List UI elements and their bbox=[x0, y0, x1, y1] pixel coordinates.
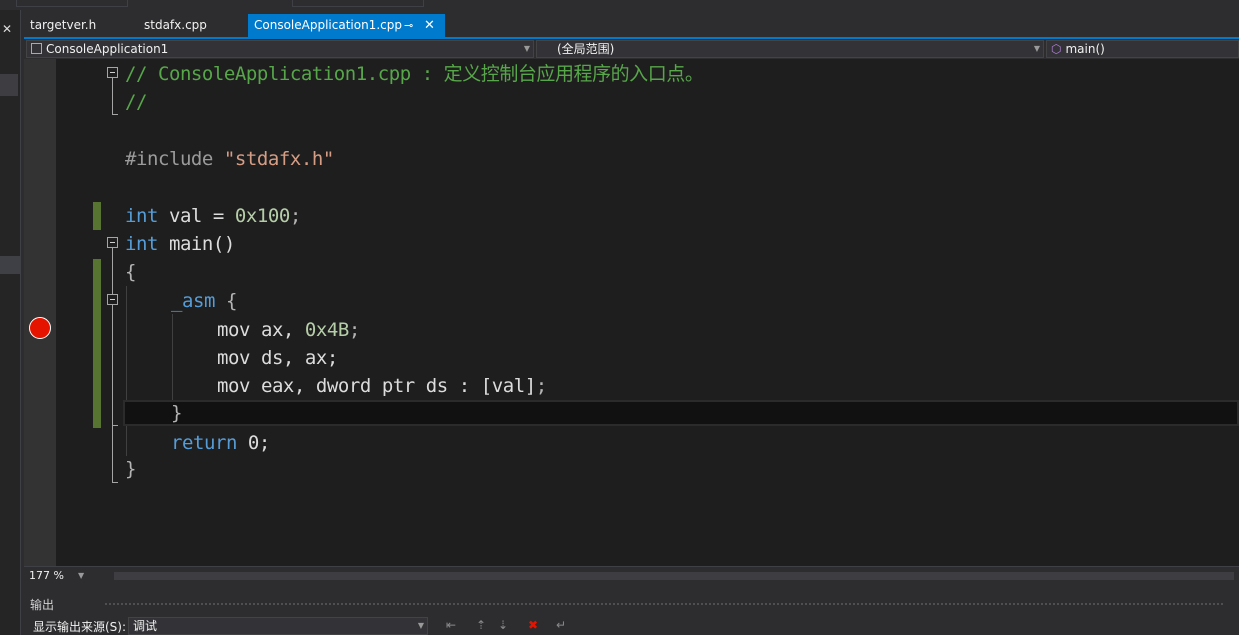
next-message-icon[interactable]: ⇣ bbox=[496, 618, 510, 632]
source-value: 调试 bbox=[133, 619, 158, 633]
code-text: main() bbox=[157, 233, 235, 255]
horizontal-scrollbar[interactable] bbox=[114, 572, 1234, 580]
tab-stdafx-cpp[interactable]: stdafx.cpp bbox=[138, 14, 250, 37]
collapse-icon[interactable] bbox=[107, 67, 118, 78]
preprocessor-directive: #include bbox=[125, 148, 213, 170]
number-literal: 0x100 bbox=[234, 205, 290, 227]
outline-end bbox=[112, 114, 118, 115]
code-line-14[interactable]: return 0; bbox=[171, 429, 270, 457]
indent-guide bbox=[172, 314, 173, 400]
chevron-down-icon: ▼ bbox=[1033, 44, 1040, 53]
code-line-9[interactable]: _asm { bbox=[171, 287, 237, 315]
punctuation: ; bbox=[289, 205, 301, 227]
number-literal: 0x4B bbox=[304, 319, 349, 341]
change-indicator bbox=[93, 202, 101, 230]
code-line-1[interactable]: // ConsoleApplication1.cpp : 定义控制台应用程序的入… bbox=[125, 60, 704, 88]
output-panel: 输出 显示输出来源(S): 调试 ▼ ⇤ ⇡ ⇣ ✖ ↵ bbox=[24, 590, 1239, 635]
code-text: val = bbox=[157, 205, 235, 227]
project-icon bbox=[31, 43, 42, 54]
output-panel-title: 输出 bbox=[30, 598, 55, 612]
keyword: return bbox=[171, 432, 237, 454]
chevron-down-icon: ▼ bbox=[523, 44, 530, 53]
selected-item[interactable] bbox=[0, 256, 20, 274]
code-line-2[interactable]: // bbox=[125, 88, 147, 116]
close-icon[interactable]: ✕ bbox=[2, 22, 12, 36]
indent-guide bbox=[126, 286, 127, 456]
tab-label: stdafx.cpp bbox=[144, 18, 207, 32]
outline-line bbox=[112, 248, 113, 482]
punctuation: ; bbox=[535, 375, 547, 397]
breakpoint-icon[interactable] bbox=[29, 317, 51, 339]
keyword: int bbox=[125, 233, 158, 255]
tab-targetver-h[interactable]: targetver.h bbox=[24, 14, 136, 37]
change-indicator bbox=[93, 259, 101, 428]
chevron-down-icon: ▼ bbox=[417, 621, 424, 630]
outline-end bbox=[112, 482, 118, 483]
code-text: 0; bbox=[236, 432, 270, 454]
current-line-highlight bbox=[123, 400, 1239, 426]
document-tab-bar: targetver.h stdafx.cpp ConsoleApplicatio… bbox=[24, 14, 1239, 37]
code-line-11[interactable]: mov ds, ax; bbox=[217, 344, 338, 372]
punctuation: { bbox=[214, 290, 237, 312]
collapse-icon[interactable] bbox=[107, 237, 118, 248]
editor-status-bar: 177 % ▼ bbox=[24, 566, 1239, 585]
project-label: ConsoleApplication1 bbox=[46, 42, 169, 56]
code-line-4[interactable]: #include "stdafx.h" bbox=[125, 145, 334, 173]
scope-dropdown[interactable]: (全局范围) ▼ bbox=[536, 40, 1044, 58]
code-line-13[interactable]: } bbox=[171, 399, 182, 427]
word-wrap-icon[interactable]: ↵ bbox=[554, 618, 568, 632]
chevron-down-icon: ▼ bbox=[78, 571, 85, 580]
code-line-12[interactable]: mov eax, dword ptr ds : [val]; bbox=[217, 372, 547, 400]
scope-label: (全局范围) bbox=[557, 42, 615, 56]
code-line-15[interactable]: } bbox=[125, 455, 136, 483]
code-line-6[interactable]: int val = 0x100; bbox=[125, 202, 301, 230]
code-text: mov ax, bbox=[217, 319, 305, 341]
left-tool-strip: ✕ bbox=[0, 10, 21, 635]
find-message-icon[interactable]: ⇤ bbox=[444, 618, 458, 632]
toolbar bbox=[0, 0, 1239, 10]
source-label: 显示输出来源(S): bbox=[33, 620, 127, 634]
tab-consoleapplication1-cpp[interactable]: ConsoleApplication1.cpp ⊸ ✕ bbox=[248, 14, 445, 37]
tab-label: ConsoleApplication1.cpp bbox=[254, 18, 402, 32]
member-label: main() bbox=[1065, 42, 1105, 56]
collapse-icon[interactable] bbox=[107, 294, 118, 305]
outline-end bbox=[112, 425, 118, 426]
pin-icon[interactable] bbox=[0, 74, 18, 96]
keyword: _asm bbox=[171, 290, 215, 312]
close-icon[interactable]: ✕ bbox=[424, 14, 435, 37]
project-dropdown[interactable]: ConsoleApplication1 ▼ bbox=[26, 40, 534, 58]
member-dropdown[interactable]: ⬡ main() bbox=[1046, 40, 1239, 58]
pin-icon[interactable]: ⊸ bbox=[404, 14, 413, 37]
punctuation: ; bbox=[348, 319, 360, 341]
include-string: "stdafx.h" bbox=[223, 148, 334, 170]
output-toolbar: 显示输出来源(S): 调试 ▼ ⇤ ⇡ ⇣ ✖ ↵ bbox=[24, 616, 1239, 635]
glyph-margin[interactable] bbox=[24, 59, 56, 566]
tab-label: targetver.h bbox=[30, 18, 97, 32]
code-text: mov eax, dword ptr ds : [val] bbox=[217, 375, 536, 397]
previous-message-icon[interactable]: ⇡ bbox=[474, 618, 488, 632]
navigation-bar: ConsoleApplication1 ▼ (全局范围) ▼ ⬡ main() bbox=[24, 39, 1239, 59]
outline-line bbox=[112, 78, 113, 115]
code-line-8[interactable]: { bbox=[125, 258, 136, 286]
panel-grip[interactable] bbox=[104, 602, 1224, 607]
output-source-dropdown[interactable]: 调试 ▼ bbox=[128, 617, 428, 635]
zoom-level: 177 % bbox=[29, 569, 64, 582]
code-line-7[interactable]: int main() bbox=[125, 230, 235, 258]
keyword: int bbox=[125, 205, 158, 227]
zoom-dropdown[interactable]: 177 % ▼ bbox=[26, 568, 87, 584]
clear-all-icon[interactable]: ✖ bbox=[526, 618, 540, 632]
code-line-10[interactable]: mov ax, 0x4B; bbox=[217, 316, 360, 344]
method-icon: ⬡ bbox=[1051, 42, 1062, 56]
